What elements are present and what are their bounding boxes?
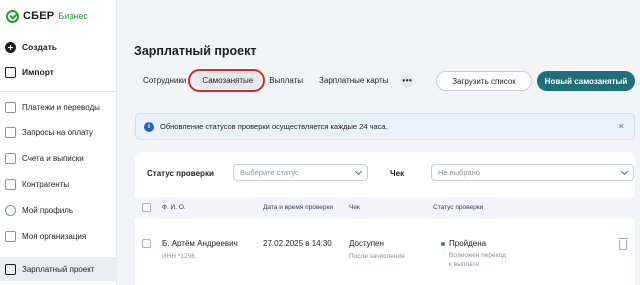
payments-icon: [5, 101, 16, 113]
sidebar-item-label: Платежи и переводы: [22, 102, 100, 112]
counterparties-icon: [5, 178, 16, 190]
employee-name[interactable]: Б. Артём Андреевич: [162, 239, 238, 248]
table-header: Ф. И. О. Дата и время проверки Чек Стату…: [135, 197, 635, 219]
accounts-icon: [5, 152, 16, 164]
status-filter-placeholder: Выберите статус: [240, 168, 299, 177]
check-filter-select[interactable]: Не выбрано: [431, 164, 634, 181]
chevron-down-icon: [620, 167, 629, 176]
column-header-status[interactable]: Статус проверки: [433, 204, 483, 211]
sidebar-item-counterparties[interactable]: Контрагенты: [5, 176, 69, 192]
sidebar-item-payment-requests[interactable]: Запросы на оплату: [5, 124, 93, 140]
employee-inn: ИНН *1256: [162, 253, 195, 260]
sidebar-item-label: Создать: [22, 42, 57, 52]
verification-status: Пройдена: [449, 239, 487, 248]
close-icon[interactable]: ×: [619, 121, 624, 131]
tab-employees[interactable]: Сотрудники: [135, 72, 194, 89]
upload-list-button[interactable]: Загрузить список: [436, 71, 532, 91]
tab-self-employed[interactable]: Самозанятые: [194, 72, 262, 89]
row-checkbox[interactable]: [142, 239, 151, 248]
tab-salary-cards[interactable]: Зарплатные карты: [311, 72, 396, 89]
profile-icon: [5, 204, 16, 216]
trash-icon[interactable]: [618, 238, 628, 250]
organization-icon: [5, 230, 16, 242]
verification-status-note: Возможен переход: [449, 252, 506, 259]
select-all-checkbox[interactable]: [142, 203, 151, 212]
column-header-check[interactable]: Чек: [349, 204, 360, 211]
column-header-datetime[interactable]: Дата и время проверки: [263, 204, 333, 211]
sidebar-item-payments[interactable]: Платежи и переводы: [5, 99, 100, 115]
status-filter-select[interactable]: Выберите статус: [233, 164, 368, 181]
sidebar: СБЕР Бизнес Создать Импорт Платежи и пер…: [0, 0, 117, 285]
sidebar-item-organization[interactable]: Моя организация: [5, 228, 86, 244]
import-icon: [5, 66, 16, 78]
sidebar-item-label: Счета и выписки: [22, 153, 84, 163]
status-dot-icon: [441, 242, 445, 246]
new-self-employed-button[interactable]: Новый самозанятый: [537, 71, 635, 91]
sidebar-item-label: Контрагенты: [22, 179, 70, 189]
request-icon: [5, 126, 16, 138]
check-filter-value: Не выбрано: [438, 168, 480, 177]
sidebar-item-import[interactable]: Импорт: [5, 64, 54, 80]
sber-logo-icon: [6, 9, 19, 23]
info-banner: i Обновление статусов проверки осуществл…: [135, 113, 635, 140]
more-tabs-button[interactable]: •••: [400, 73, 415, 88]
sber-business-logo[interactable]: СБЕР Бизнес: [6, 8, 88, 24]
employees-table-card: Статус проверки Выберите статус Чек Не в…: [135, 152, 635, 285]
check-availability-note: После зачисления: [349, 253, 405, 260]
sidebar-item-create[interactable]: Создать: [5, 39, 57, 55]
page-title: Зарплатный проект: [134, 44, 257, 58]
sidebar-divider: [0, 91, 117, 92]
info-icon: i: [144, 121, 154, 132]
verification-status-note: к выплате: [449, 261, 480, 268]
sidebar-item-label: Мой профиль: [22, 205, 74, 215]
sidebar-item-label: Запросы на оплату: [22, 127, 94, 137]
info-text: Обновление статусов проверки осуществляе…: [160, 122, 388, 131]
sidebar-item-label: Моя организация: [22, 231, 87, 241]
sidebar-item-salary-project[interactable]: Зарплатный проект: [5, 261, 94, 277]
sidebar-item-label: Импорт: [22, 67, 54, 77]
status-filter-label: Статус проверки: [147, 169, 214, 178]
plus-circle-icon: [5, 41, 16, 53]
logo-sub: Бизнес: [58, 11, 88, 21]
tab-payouts[interactable]: Выплаты: [261, 72, 311, 89]
check-filter-label: Чек: [390, 169, 405, 178]
sidebar-item-label: Зарплатный проект: [22, 264, 95, 274]
sidebar-item-profile[interactable]: Мой профиль: [5, 202, 73, 218]
tab-bar: Сотрудники Самозанятые Выплаты Зарплатны…: [135, 72, 415, 89]
check-availability: Доступен: [349, 239, 384, 248]
check-datetime: 27.02.2025 в 14:30: [263, 239, 332, 248]
sidebar-item-accounts[interactable]: Счета и выписки: [5, 150, 84, 166]
wallet-icon: [5, 263, 16, 275]
column-header-name[interactable]: Ф. И. О.: [162, 204, 186, 211]
chevron-down-icon: [354, 167, 363, 176]
logo-name: СБЕР: [23, 10, 55, 22]
